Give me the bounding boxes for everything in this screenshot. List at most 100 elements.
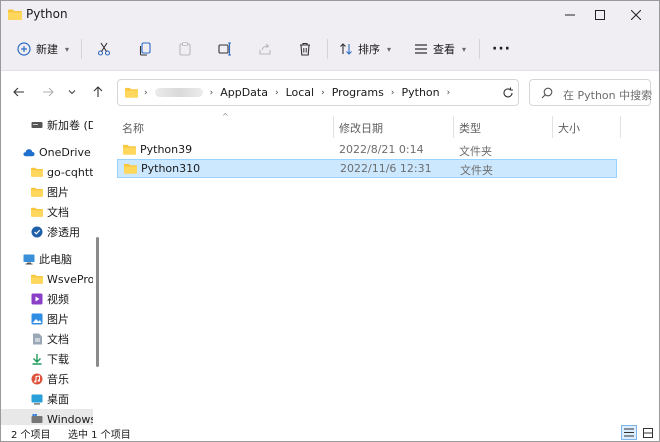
sort-button-label: 排序	[358, 43, 380, 56]
folder-icon	[124, 163, 137, 174]
file-explorer-window: Python 新建 ▾ 排序 ▾ 查看 ▾ ··· › › AppData › …	[0, 0, 660, 442]
up-button[interactable]	[89, 83, 107, 101]
sidebar-item-label: 文档	[47, 206, 69, 219]
column-header-name[interactable]: 名称	[122, 120, 144, 136]
sidebar-item-label: 视频	[47, 293, 69, 306]
refresh-icon[interactable]	[502, 87, 514, 99]
view-button[interactable]: 查看 ▾	[414, 37, 466, 61]
sidebar-item-windows-c[interactable]: Windows	[1, 409, 93, 425]
column-divider[interactable]	[453, 116, 454, 138]
windows-drive-icon	[31, 413, 43, 425]
folder-icon	[31, 186, 43, 198]
column-divider[interactable]	[552, 116, 553, 138]
column-header-date[interactable]: 修改日期	[339, 120, 383, 136]
breadcrumb-item-programs[interactable]: Programs	[332, 86, 384, 99]
chevron-right-icon: ›	[390, 87, 395, 98]
sidebar-item-label: 此电脑	[39, 253, 72, 266]
drive-icon	[31, 119, 43, 131]
sidebar-item-this-pc[interactable]: 此电脑	[1, 249, 93, 269]
copy-icon	[139, 42, 151, 56]
breadcrumb-item-appdata[interactable]: AppData	[220, 86, 268, 99]
forward-button[interactable]	[39, 83, 57, 101]
tiles-view-button[interactable]	[640, 425, 656, 440]
sidebar-item-documents[interactable]: 文档	[1, 329, 93, 349]
chevron-right-icon: ›	[274, 87, 279, 98]
back-button[interactable]	[10, 83, 28, 101]
recent-locations-button[interactable]	[63, 83, 81, 101]
details-view-icon	[624, 428, 634, 437]
share-button[interactable]	[258, 37, 272, 61]
sidebar-item-new-volume-d[interactable]: 新加卷 (D	[1, 115, 93, 135]
sort-button[interactable]: 排序 ▾	[339, 37, 391, 61]
address-bar[interactable]: › › AppData › Local › Programs › Python …	[117, 79, 519, 106]
sidebar-item-label: 图片	[47, 313, 69, 326]
chevron-right-icon: ›	[321, 87, 325, 98]
item-count: 2 个项目	[11, 430, 51, 441]
sidebar-scrollbar[interactable]	[96, 237, 99, 367]
sidebar-item-onedrive-pictures[interactable]: 图片	[1, 182, 93, 202]
title-bar[interactable]: Python	[1, 1, 659, 29]
file-name: Python310	[141, 162, 201, 175]
computer-icon	[23, 253, 35, 265]
column-divider[interactable]	[333, 116, 334, 138]
folder-icon	[31, 206, 43, 218]
picture-icon	[31, 313, 43, 325]
new-button[interactable]: 新建 ▾	[17, 37, 69, 61]
plus-circle-icon	[17, 42, 31, 56]
trash-icon	[300, 42, 310, 56]
arrow-up-icon	[93, 86, 103, 97]
sidebar-item-downloads[interactable]: 下载	[1, 349, 93, 369]
details-view-button[interactable]	[621, 425, 637, 440]
file-name: Python39	[140, 143, 193, 156]
sidebar-item-desktop[interactable]: 桌面	[1, 389, 93, 409]
sidebar-item-pictures[interactable]: 图片	[1, 309, 93, 329]
cut-button[interactable]	[97, 37, 111, 61]
sidebar-item-label: OneDrive -	[39, 145, 93, 159]
sidebar-item-go-cqhttp[interactable]: go-cqhtt	[1, 162, 93, 182]
document-icon	[31, 333, 43, 345]
close-icon	[631, 10, 641, 20]
rename-button[interactable]	[218, 37, 232, 61]
sidebar-item-pentest[interactable]: 渗透用	[1, 222, 93, 242]
maximize-icon	[595, 10, 605, 20]
folder-icon	[125, 87, 138, 98]
column-divider[interactable]	[620, 116, 621, 138]
sidebar-item-label: 音乐	[47, 373, 69, 386]
breadcrumb-item-python[interactable]: Python	[401, 86, 439, 99]
delete-button[interactable]	[298, 37, 312, 61]
paste-button[interactable]	[178, 37, 192, 61]
navigation-pane: 新加卷 (D OneDrive - go-cqhtt 图片 文档 渗透用 此电脑	[1, 112, 105, 425]
column-header-size[interactable]: 大小	[558, 120, 580, 136]
sidebar-item-label: 新加卷 (D	[47, 119, 93, 132]
table-row[interactable]: Python39 2022/8/21 0:14 文件夹	[117, 141, 617, 160]
folder-icon	[8, 9, 22, 20]
sidebar-item-music[interactable]: 音乐	[1, 369, 93, 389]
sidebar-item-label: 渗透用	[47, 226, 80, 239]
minimize-button[interactable]	[553, 1, 587, 29]
maximize-button[interactable]	[583, 1, 617, 29]
rename-icon	[218, 42, 231, 56]
close-button[interactable]	[619, 1, 653, 29]
more-options-button[interactable]: ···	[492, 37, 511, 61]
chevron-down-icon: ▾	[462, 44, 467, 54]
sidebar-item-onedrive-documents[interactable]: 文档	[1, 202, 93, 222]
sidebar-item-onedrive[interactable]: OneDrive -	[1, 142, 93, 162]
sidebar-item-videos[interactable]: 视频	[1, 289, 93, 309]
table-row[interactable]: Python310 2022/11/6 12:31 文件夹	[117, 159, 617, 178]
chevron-down-icon: ▾	[387, 44, 392, 54]
sidebar-item-label: Windows	[47, 412, 93, 426]
chevron-down-icon	[68, 90, 76, 95]
copy-button[interactable]	[138, 37, 152, 61]
search-input[interactable]: 在 Python 中搜索	[529, 79, 652, 106]
window-title: Python	[26, 7, 68, 21]
command-bar: 新建 ▾ 排序 ▾ 查看 ▾ ···	[1, 29, 659, 71]
toolbar-divider	[479, 39, 480, 59]
breadcrumb-item-local[interactable]: Local	[286, 86, 315, 99]
search-icon	[541, 87, 553, 99]
arrow-left-icon	[13, 87, 24, 97]
column-header-type[interactable]: 类型	[459, 120, 481, 136]
minimize-icon	[565, 14, 575, 16]
scissors-icon	[97, 42, 111, 56]
sidebar-item-wsveproj[interactable]: WsveProj	[1, 269, 93, 289]
folder-icon	[31, 166, 43, 178]
